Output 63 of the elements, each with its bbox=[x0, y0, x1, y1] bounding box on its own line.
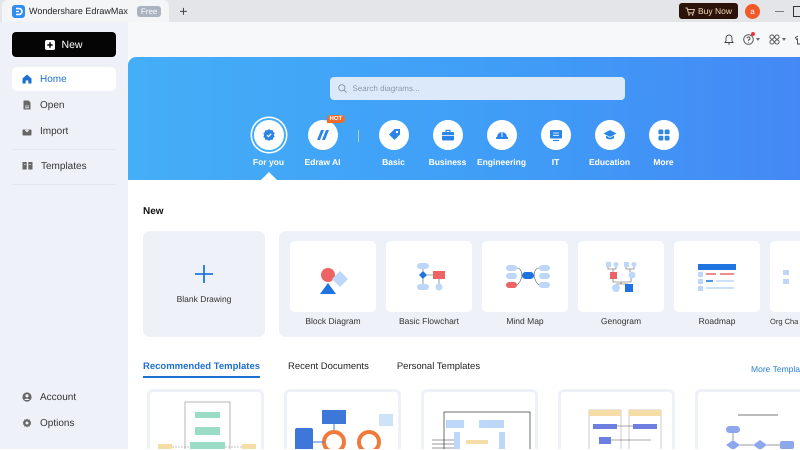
grid-icon bbox=[769, 34, 780, 45]
section-title: New bbox=[143, 206, 165, 217]
template-thumbnail[interactable] bbox=[421, 389, 538, 449]
template-thumbnail[interactable] bbox=[147, 389, 264, 449]
sidebar-item[interactable]: Templates bbox=[12, 154, 116, 178]
plan-badge: Free bbox=[136, 6, 162, 16]
template-card[interactable] bbox=[290, 241, 376, 312]
template-tab[interactable]: Recommended Templates bbox=[143, 361, 260, 378]
plus-icon bbox=[195, 264, 213, 282]
sidebar-item[interactable]: Account bbox=[12, 385, 116, 409]
plus-icon bbox=[45, 40, 56, 50]
apps-button[interactable] bbox=[769, 34, 786, 45]
maximize-icon[interactable] bbox=[793, 6, 800, 16]
template-thumbnail[interactable] bbox=[558, 389, 675, 449]
account-icon bbox=[22, 392, 32, 402]
template-card[interactable] bbox=[578, 241, 664, 312]
search-field[interactable]: Search diagrams... bbox=[330, 77, 624, 100]
template-thumbnail[interactable] bbox=[695, 389, 800, 449]
template-tab[interactable]: Personal Templates bbox=[396, 361, 480, 378]
template-name[interactable]: Mind Map bbox=[506, 316, 544, 327]
sidebar-item[interactable]: Import bbox=[12, 119, 116, 143]
app-tab[interactable]: Wondershare EdrawMax Free bbox=[2, 0, 170, 22]
template-name[interactable]: Roadmap bbox=[698, 316, 736, 327]
blank-drawing-card[interactable]: Blank Drawing bbox=[143, 231, 265, 337]
document-icon bbox=[22, 100, 32, 110]
sidebar-item[interactable]: Open bbox=[12, 93, 116, 117]
template-tab[interactable]: Recent Documents bbox=[288, 361, 369, 378]
template-name[interactable]: Basic Flowchart bbox=[399, 316, 459, 327]
new-tab-button[interactable]: + bbox=[177, 3, 190, 19]
sidebar-item[interactable]: Home bbox=[12, 67, 116, 91]
settings-icon bbox=[22, 418, 32, 428]
sidebar-item[interactable]: Options bbox=[12, 411, 116, 435]
badge-icon bbox=[262, 128, 276, 142]
briefcase-icon bbox=[440, 128, 454, 142]
new-button[interactable]: New bbox=[12, 32, 116, 57]
org-chart-drawing bbox=[783, 269, 790, 284]
template-card[interactable] bbox=[482, 241, 568, 312]
graduation-cap-icon bbox=[602, 128, 616, 142]
tag-icon bbox=[386, 128, 400, 142]
app-title: Wondershare EdrawMax bbox=[29, 6, 128, 16]
template-card[interactable] bbox=[386, 241, 472, 312]
notifications-button[interactable] bbox=[724, 34, 734, 45]
logo-icon bbox=[12, 4, 25, 18]
more-templates-link[interactable]: More Templa bbox=[751, 364, 800, 374]
grid-icon bbox=[656, 128, 670, 142]
template-thumbnail[interactable] bbox=[284, 389, 401, 449]
template-card[interactable] bbox=[674, 241, 760, 312]
bell-icon bbox=[724, 34, 734, 45]
minimize-button[interactable]: — bbox=[775, 6, 784, 16]
tab-pointer bbox=[260, 172, 276, 180]
monitor-icon bbox=[548, 128, 562, 142]
buy-now-button[interactable]: Buy Now bbox=[678, 3, 738, 19]
cart-icon bbox=[684, 6, 695, 16]
caret-icon bbox=[756, 38, 760, 41]
book-icon bbox=[22, 161, 33, 171]
slashes-icon bbox=[316, 128, 330, 142]
help-icon bbox=[743, 34, 754, 45]
caret-icon bbox=[782, 38, 786, 41]
search-icon bbox=[338, 84, 346, 93]
home-icon bbox=[22, 74, 32, 84]
template-name[interactable]: Block Diagram bbox=[305, 316, 361, 327]
template-name[interactable]: Genogram bbox=[600, 316, 642, 327]
help-button[interactable] bbox=[743, 34, 760, 45]
